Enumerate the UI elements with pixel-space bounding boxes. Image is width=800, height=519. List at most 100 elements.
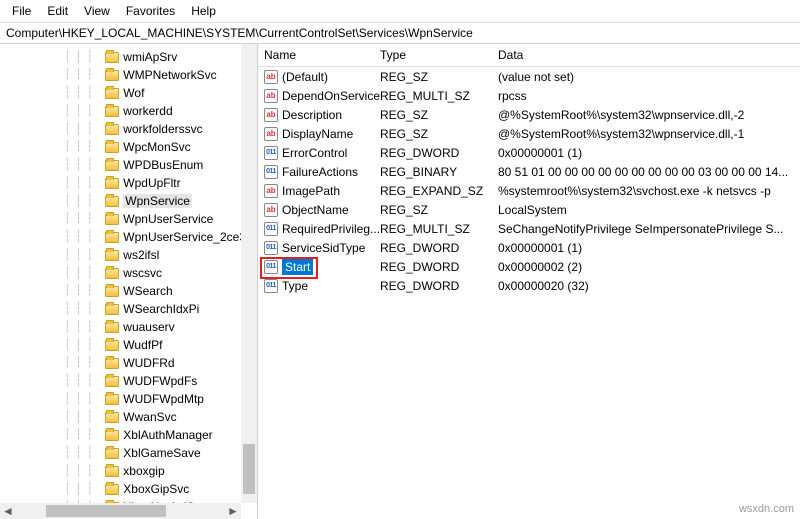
tree-item[interactable]: ┆ ┆ ┆ xboxgip <box>0 462 257 480</box>
column-header-data[interactable]: Data <box>498 48 800 62</box>
tree-item[interactable]: ┆ ┆ ┆ WMPNetworkSvc <box>0 66 257 84</box>
value-data: 80 51 01 00 00 00 00 00 00 00 00 00 03 0… <box>498 165 800 179</box>
value-name-cell: abImagePath <box>264 184 380 198</box>
value-name-cell: 011ServiceSidType <box>264 241 380 255</box>
folder-icon <box>105 286 119 297</box>
tree-item[interactable]: ┆ ┆ ┆ WudfPf <box>0 336 257 354</box>
value-data: @%SystemRoot%\system32\wpnservice.dll,-1 <box>498 127 800 141</box>
tree-item[interactable]: ┆ ┆ ┆ ws2ifsl <box>0 246 257 264</box>
tree-item[interactable]: ┆ ┆ ┆ Wof <box>0 84 257 102</box>
tree-item-label: WMPNetworkSvc <box>123 68 216 82</box>
tree-item[interactable]: ┆ ┆ ┆ wscsvc <box>0 264 257 282</box>
tree-item-label: XblAuthManager <box>123 428 212 442</box>
value-row[interactable]: 011FailureActionsREG_BINARY80 51 01 00 0… <box>258 162 800 181</box>
menu-view[interactable]: View <box>76 2 118 20</box>
value-row[interactable]: 011ErrorControlREG_DWORD0x00000001 (1) <box>258 143 800 162</box>
menu-edit[interactable]: Edit <box>39 2 76 20</box>
tree-item[interactable]: ┆ ┆ ┆ WUDFWpdMtp <box>0 390 257 408</box>
value-type: REG_SZ <box>380 203 498 217</box>
string-value-icon: ab <box>264 127 278 141</box>
value-name-cell: abDependOnService <box>264 89 380 103</box>
value-name: Type <box>282 279 308 293</box>
value-row[interactable]: abDisplayNameREG_SZ@%SystemRoot%\system3… <box>258 124 800 143</box>
tree-guide: ┆ ┆ ┆ <box>64 320 103 334</box>
tree-item[interactable]: ┆ ┆ ┆ WpnUserService_2ce34 <box>0 228 257 246</box>
folder-icon <box>105 268 119 279</box>
tree-item-label: WpnUserService_2ce34 <box>123 230 252 244</box>
folder-icon <box>105 52 119 63</box>
tree-item-label: WpnUserService <box>123 212 213 226</box>
value-row[interactable]: 011TypeREG_DWORD0x00000020 (32) <box>258 276 800 295</box>
tree-item[interactable]: ┆ ┆ ┆ XblGameSave <box>0 444 257 462</box>
tree-item-label: WSearch <box>123 284 172 298</box>
tree-guide: ┆ ┆ ┆ <box>64 212 103 226</box>
values-list[interactable]: ab(Default)REG_SZ(value not set)abDepend… <box>258 67 800 295</box>
column-header-name[interactable]: Name <box>264 48 380 62</box>
scroll-left-button[interactable]: ◄ <box>0 504 16 518</box>
tree-guide: ┆ ┆ ┆ <box>64 446 103 460</box>
value-name: DisplayName <box>282 127 353 141</box>
tree-item[interactable]: ┆ ┆ ┆ XboxGipSvc <box>0 480 257 498</box>
tree-item-label: WSearchIdxPi <box>123 302 199 316</box>
tree-item[interactable]: ┆ ┆ ┆ WSearch <box>0 282 257 300</box>
tree-item-label: XboxGipSvc <box>123 482 189 496</box>
value-name: ImagePath <box>282 184 340 198</box>
tree-item[interactable]: ┆ ┆ ┆ WUDFRd <box>0 354 257 372</box>
tree-guide: ┆ ┆ ┆ <box>64 140 103 154</box>
tree-guide: ┆ ┆ ┆ <box>64 410 103 424</box>
tree-item-label: wscsvc <box>123 266 162 280</box>
tree-item[interactable]: ┆ ┆ ┆ WwanSvc <box>0 408 257 426</box>
value-data: LocalSystem <box>498 203 800 217</box>
value-row[interactable]: abDependOnServiceREG_MULTI_SZrpcss <box>258 86 800 105</box>
tree-item-label: WPDBusEnum <box>123 158 203 172</box>
watermark: wsxdn.com <box>739 503 794 515</box>
value-row[interactable]: abDescriptionREG_SZ@%SystemRoot%\system3… <box>258 105 800 124</box>
value-row[interactable]: ab(Default)REG_SZ(value not set) <box>258 67 800 86</box>
tree-guide: ┆ ┆ ┆ <box>64 302 103 316</box>
tree-guide: ┆ ┆ ┆ <box>64 176 103 190</box>
scrollbar-thumb[interactable] <box>46 505 166 517</box>
menu-favorites[interactable]: Favorites <box>118 2 183 20</box>
tree-item[interactable]: ┆ ┆ ┆ WSearchIdxPi <box>0 300 257 318</box>
folder-icon <box>105 376 119 387</box>
value-row[interactable]: 011RequiredPrivileg...REG_MULTI_SZSeChan… <box>258 219 800 238</box>
tree-item[interactable]: ┆ ┆ ┆ WpnUserService <box>0 210 257 228</box>
tree-guide: ┆ ┆ ┆ <box>64 392 103 406</box>
tree-item-label: XblGameSave <box>123 446 200 460</box>
tree-guide: ┆ ┆ ┆ <box>64 158 103 172</box>
tree-guide: ┆ ┆ ┆ <box>64 122 103 136</box>
tree-item[interactable]: ┆ ┆ ┆ XblAuthManager <box>0 426 257 444</box>
tree-item[interactable]: ┆ ┆ ┆ workerdd <box>0 102 257 120</box>
menu-help[interactable]: Help <box>183 2 224 20</box>
value-row[interactable]: 011StartREG_DWORD0x00000002 (2) <box>258 257 800 276</box>
value-name-cell: 011ErrorControl <box>264 146 380 160</box>
value-data: (value not set) <box>498 70 800 84</box>
column-header-type[interactable]: Type <box>380 48 498 62</box>
tree-item-label: xboxgip <box>123 464 164 478</box>
menu-file[interactable]: File <box>4 2 39 20</box>
tree-item[interactable]: ┆ ┆ ┆ WpdUpFltr <box>0 174 257 192</box>
registry-tree[interactable]: ┆ ┆ ┆ wmiApSrv┆ ┆ ┆ WMPNetworkSvc┆ ┆ ┆ W… <box>0 44 257 519</box>
tree-vertical-scrollbar[interactable] <box>241 44 257 503</box>
tree-item[interactable]: ┆ ┆ ┆ WPDBusEnum <box>0 156 257 174</box>
value-row[interactable]: 011ServiceSidTypeREG_DWORD0x00000001 (1) <box>258 238 800 257</box>
value-name-cell: ab(Default) <box>264 70 380 84</box>
tree-item[interactable]: ┆ ┆ ┆ WpnService <box>0 192 257 210</box>
value-row[interactable]: abImagePathREG_EXPAND_SZ%systemroot%\sys… <box>258 181 800 200</box>
tree-item[interactable]: ┆ ┆ ┆ WpcMonSvc <box>0 138 257 156</box>
tree-item[interactable]: ┆ ┆ ┆ workfolderssvc <box>0 120 257 138</box>
scrollbar-thumb[interactable] <box>243 444 255 494</box>
tree-guide: ┆ ┆ ┆ <box>64 464 103 478</box>
tree-item[interactable]: ┆ ┆ ┆ WUDFWpdFs <box>0 372 257 390</box>
folder-icon <box>105 394 119 405</box>
binary-value-icon: 011 <box>264 260 278 274</box>
tree-item[interactable]: ┆ ┆ ┆ wuauserv <box>0 318 257 336</box>
scroll-right-button[interactable]: ► <box>225 504 241 518</box>
address-bar[interactable]: Computer\HKEY_LOCAL_MACHINE\SYSTEM\Curre… <box>0 23 800 44</box>
folder-icon <box>105 322 119 333</box>
tree-item[interactable]: ┆ ┆ ┆ wmiApSrv <box>0 48 257 66</box>
value-name-cell: abDescription <box>264 108 380 122</box>
folder-icon <box>105 214 119 225</box>
value-row[interactable]: abObjectNameREG_SZLocalSystem <box>258 200 800 219</box>
tree-item-label: workerdd <box>123 104 172 118</box>
